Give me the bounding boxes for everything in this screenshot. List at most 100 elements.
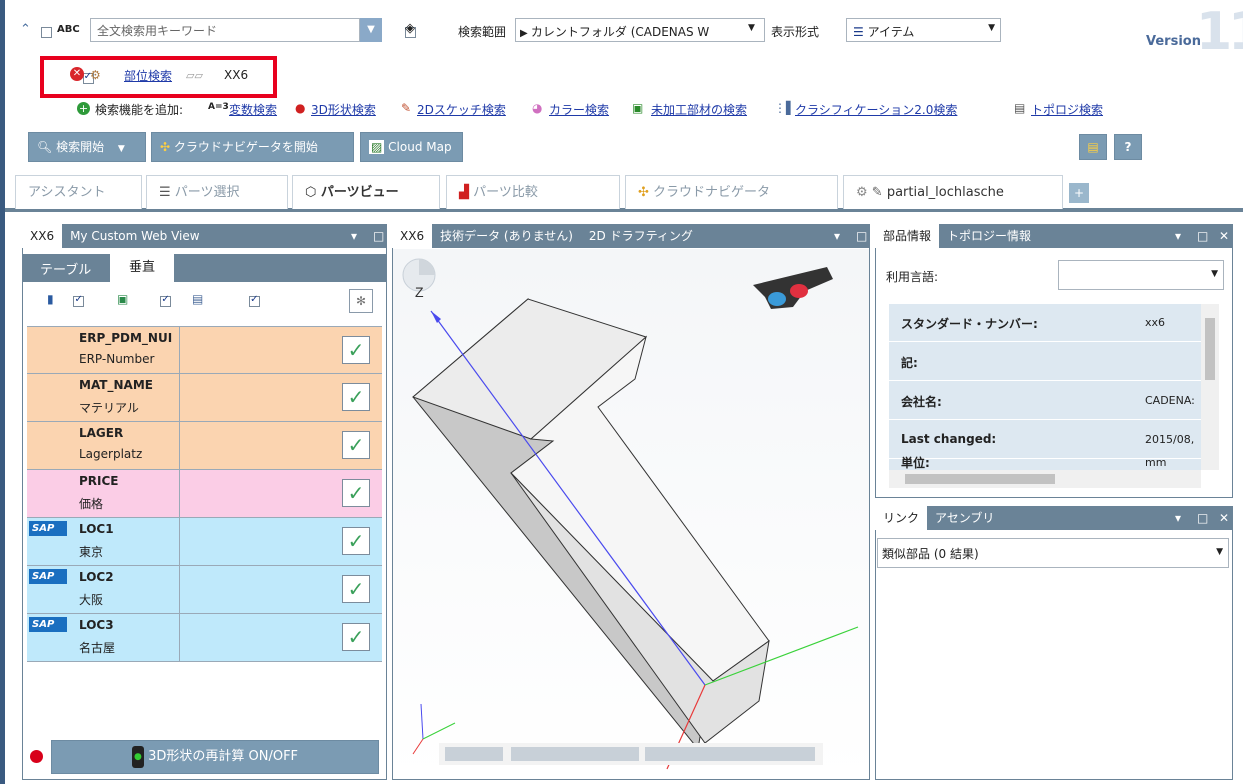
tab-parts-view[interactable]: ⬡ パーツビュー	[292, 175, 440, 209]
column-separator	[179, 422, 180, 470]
start-search-button[interactable]: 🔍︎ 検索開始 ▼	[28, 132, 146, 162]
tab-part-info[interactable]: 部品情報	[875, 224, 940, 248]
tab-parts-compare[interactable]: ▟ パーツ比較	[446, 175, 620, 209]
maximize-icon[interactable]: □	[1189, 224, 1208, 248]
part-search-link[interactable]: 部位検索	[124, 67, 172, 84]
format-label: 表示形式	[771, 25, 820, 39]
color-search-link[interactable]: カラー検索	[549, 101, 609, 118]
tab-technical-data[interactable]: 技術データ (ありません)	[432, 224, 581, 248]
row-label: ERP-Number	[79, 352, 155, 366]
info-row: 記:	[889, 343, 1201, 381]
tab-parts-selection-label: パーツ選択	[174, 185, 240, 200]
info-key: 記:	[901, 356, 918, 370]
tab-custom-web-view[interactable]: My Custom Web View	[62, 224, 208, 248]
cloud-map-label: Cloud Map	[388, 140, 452, 154]
link-controls: ▾ □ ✕	[1161, 506, 1229, 530]
table-row: SAP LOC2 大阪 ✓	[27, 566, 382, 614]
scope-select[interactable]: ▶ カレントフォルダ (CADENAS W	[515, 18, 765, 42]
row-check-button[interactable]: ✓	[342, 479, 370, 507]
info-row: 会社名: CADENA:	[889, 382, 1201, 420]
filter-edit-checkbox[interactable]	[249, 294, 261, 307]
subtab-table[interactable]: テーブル	[40, 259, 91, 278]
language-select[interactable]: ▼	[1058, 260, 1224, 290]
cloud-navigator-button[interactable]: ✣ クラウドナビゲータを開始	[151, 132, 354, 162]
3d-viewport[interactable]: Z	[393, 249, 869, 779]
scroll-thumb[interactable]	[1205, 318, 1215, 380]
add-icon: +	[77, 102, 90, 115]
remove-icon[interactable]: ✕	[70, 67, 84, 81]
tab-topology-info[interactable]: トポロジー情報	[939, 224, 1039, 248]
scope-dropdown-icon[interactable]: ▼	[748, 23, 755, 33]
row-label: 大阪	[79, 593, 104, 607]
row-label: 名古屋	[79, 641, 116, 655]
dropdown-icon[interactable]: ▾	[343, 224, 359, 248]
search-input[interactable]: 全文検索用キーワード	[90, 18, 360, 42]
tab-cloud-navigator-label: クラウドナビゲータ	[653, 185, 771, 200]
tab-parts-selection[interactable]: ☰ パーツ選択	[146, 175, 288, 209]
cloud-map-button[interactable]: ▨ Cloud Map	[360, 132, 463, 162]
info-row: スタンダード・ナンバー: xx6	[889, 304, 1201, 342]
tab-viewer-xx6[interactable]: XX6	[392, 224, 433, 248]
collapse-icon[interactable]: ⌃	[20, 22, 31, 37]
row-name: LOC2	[79, 570, 114, 584]
tab-partial-lochlasche[interactable]: ⚙ ✎ partial_lochlasche	[843, 175, 1063, 209]
subtab-vertical[interactable]: 垂直	[110, 254, 174, 282]
maximize-icon[interactable]: □	[365, 224, 384, 248]
compare-icon: ▟	[459, 185, 474, 200]
search-dropdown-button[interactable]: ▼	[360, 18, 382, 42]
maximize-icon[interactable]: □	[848, 224, 867, 248]
format-select[interactable]: ☰ アイテム ▼	[846, 18, 1001, 42]
tab-cloud-navigator[interactable]: ✣ クラウドナビゲータ	[625, 175, 838, 209]
info-horizontal-scrollbar[interactable]	[889, 470, 1201, 488]
map-icon: ▨	[369, 140, 385, 154]
recalc-button[interactable]: ● 3D形状の再計算 ON/OFF	[51, 740, 379, 774]
row-check-button[interactable]: ✓	[342, 527, 370, 555]
variable-search-link[interactable]: 変数検索	[229, 101, 277, 118]
column-separator	[179, 566, 180, 614]
sketch-search-link[interactable]: 2Dスケッチ検索	[417, 101, 506, 118]
tab-xx6[interactable]: XX6	[22, 224, 63, 248]
close-icon[interactable]: ✕	[1211, 506, 1229, 530]
classification-search-link[interactable]: クラシフィケーション2.0検索	[795, 101, 957, 118]
similar-parts-select[interactable]: 類似部品 (0 結果) ▼	[877, 538, 1229, 568]
tab-assistant[interactable]: アシスタント	[15, 175, 142, 209]
row-check-button[interactable]: ✓	[342, 575, 370, 603]
row-check-button[interactable]: ✓	[342, 623, 370, 651]
fulltext-checkbox[interactable]	[41, 27, 52, 38]
tab-links[interactable]: リンク	[875, 506, 928, 530]
tab-assembly[interactable]: アセンブリ	[927, 506, 1002, 530]
help-icon[interactable]: ?	[1114, 134, 1142, 160]
dropdown-icon[interactable]: ▾	[826, 224, 842, 248]
settings-icon[interactable]: ✻	[349, 289, 373, 313]
info-vertical-scrollbar[interactable]	[1201, 304, 1219, 470]
info-panel-header: 部品情報 トポロジー情報 ▾ □ ✕	[875, 224, 1233, 248]
3d-search-link[interactable]: 3D形状検索	[311, 101, 376, 118]
shading-group	[445, 747, 503, 761]
row-name: MAT_NAME	[79, 378, 153, 392]
dropdown-icon[interactable]: ▾	[1167, 506, 1183, 530]
add-tab-icon[interactable]: +	[1069, 183, 1089, 203]
maximize-icon[interactable]: □	[1189, 506, 1208, 530]
pin-icon: ✎	[871, 185, 887, 200]
filter-web-checkbox[interactable]	[160, 294, 172, 307]
info-key: 単位:	[901, 456, 930, 470]
view-toolbar[interactable]	[439, 743, 823, 765]
tab-2d-drafting[interactable]: 2D ドラフティング	[581, 224, 701, 248]
part-thumb-icon: ⚙	[856, 185, 872, 200]
dropdown-icon[interactable]: ▾	[1167, 224, 1183, 248]
raw-material-search-link[interactable]: 未加工部材の検索	[651, 101, 747, 118]
filter-db-checkbox[interactable]	[73, 294, 85, 307]
scroll-thumb[interactable]	[905, 474, 1055, 484]
row-check-button[interactable]: ✓	[342, 431, 370, 459]
export-icon[interactable]: ▤	[1079, 134, 1107, 160]
close-icon[interactable]: ✕	[1211, 224, 1229, 248]
cloud-navigator-icon: ✣	[160, 140, 174, 154]
info-value: 2015/08,	[1145, 433, 1195, 446]
version-number: 11	[1196, 2, 1243, 62]
info-row: Last changed: 2015/08,	[889, 421, 1201, 459]
column-separator	[179, 327, 180, 375]
column-separator	[179, 470, 180, 518]
row-check-button[interactable]: ✓	[342, 383, 370, 411]
topology-search-link[interactable]: トポロジ検索	[1031, 101, 1103, 118]
row-check-button[interactable]: ✓	[342, 336, 370, 364]
